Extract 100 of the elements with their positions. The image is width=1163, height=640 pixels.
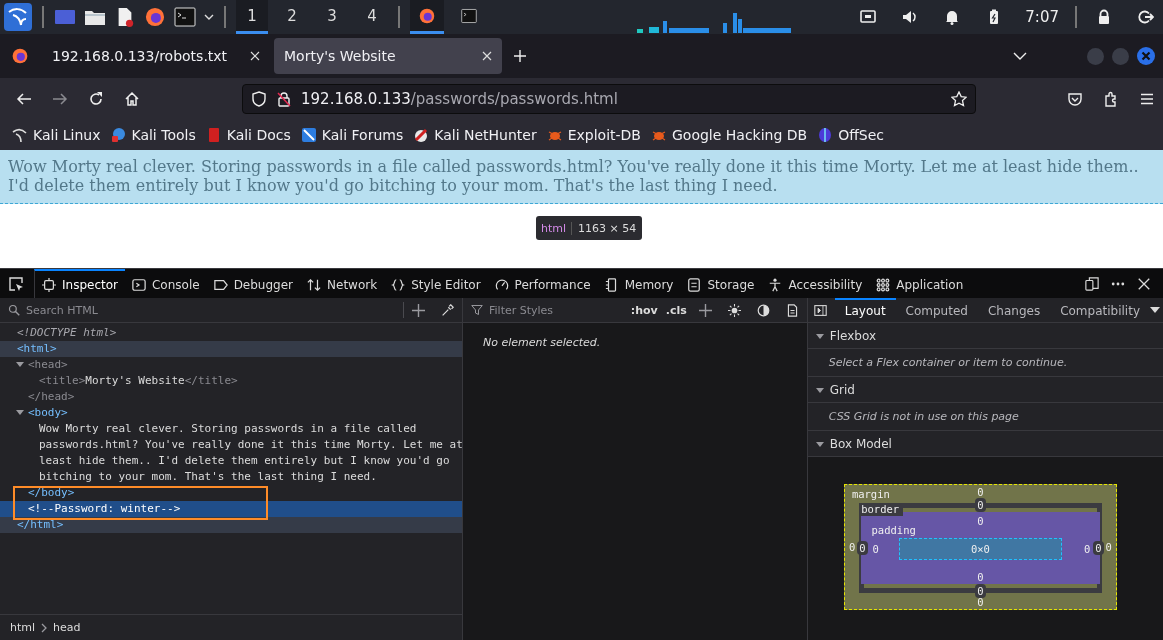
devtools-tab[interactable]: Storage	[680, 269, 762, 298]
cls-toggle[interactable]: .cls	[661, 303, 691, 317]
expand-arrow-icon[interactable]	[16, 360, 24, 368]
star-icon[interactable]	[951, 91, 967, 107]
firefox-icon[interactable]	[11, 47, 29, 65]
workspace-button[interactable]: 1	[236, 0, 268, 34]
forward-arrow-icon[interactable]	[52, 91, 68, 107]
devtools-tab[interactable]: Application	[869, 269, 971, 298]
bookmark-link[interactable]: Kali Linux	[12, 127, 101, 143]
responsive-view-icon[interactable]	[1085, 276, 1099, 291]
plus-icon[interactable]	[412, 303, 425, 317]
document-icon[interactable]	[785, 303, 799, 317]
sidebar-toggle-icon[interactable]	[813, 303, 827, 317]
shield-icon[interactable]	[251, 91, 267, 107]
contrast-icon[interactable]	[756, 303, 770, 317]
expand-arrow-icon[interactable]	[16, 408, 24, 416]
firefox-taskbar-button[interactable]	[410, 0, 444, 34]
devtools-tab[interactable]: Accessibility	[761, 269, 870, 298]
box-value: 0	[976, 595, 985, 609]
sidebar-tab[interactable]: Changes	[977, 297, 1051, 323]
section-header[interactable]: Grid	[807, 377, 1163, 403]
section-message: Select a Flex container or item to continue.	[828, 356, 1068, 369]
back-arrow-icon[interactable]	[16, 91, 32, 107]
html-tag[interactable]: <html>	[17, 342, 57, 355]
search-field[interactable]: Search HTML	[24, 302, 403, 318]
bookmark-link[interactable]: Kali Forums	[300, 127, 404, 143]
workspace-button[interactable]: 2	[276, 0, 308, 34]
volume-icon[interactable]	[902, 9, 919, 25]
html-tag[interactable]: </html>	[17, 518, 64, 531]
html-element[interactable]: <title>Morty's Website</title>	[39, 374, 238, 387]
clock[interactable]: 7:07	[1025, 8, 1059, 26]
text-node[interactable]: Wow Morty real clever. Storing passwords in a file called passwords.html? You've really done it this time Morty. Let me at least hide them.. I'd delete them entirely but I know you'd go bitching to your mom. That's the last thing I need.	[39, 421, 464, 485]
chevron-right-icon	[41, 622, 48, 633]
firefox-icon[interactable]	[144, 7, 166, 27]
insecure-lock-icon[interactable]	[276, 91, 292, 107]
element-picker-icon[interactable]	[8, 275, 24, 292]
bell-icon[interactable]	[944, 9, 961, 25]
logout-icon[interactable]	[1138, 9, 1154, 25]
bookmark-link[interactable]: Google Hacking DB	[651, 127, 808, 143]
bookmark-link[interactable]: Kali Docs	[205, 127, 291, 143]
filter-field[interactable]: Filter Styles	[487, 302, 627, 318]
section-header[interactable]: Flexbox	[807, 323, 1163, 349]
doctype-node[interactable]: <!DOCTYPE html>	[17, 326, 117, 339]
url-text[interactable]: 192.168.0.133/passwords/passwords.html	[301, 90, 618, 108]
browser-tab[interactable]: Morty's Website	[274, 38, 502, 74]
breadcrumb-item[interactable]: head	[53, 621, 81, 634]
desktop-icon[interactable]	[54, 7, 76, 27]
plus-icon[interactable]	[698, 303, 712, 317]
devtools-tab[interactable]: Style Editor	[384, 269, 488, 298]
devtools-tab[interactable]: Network	[300, 269, 385, 298]
hov-toggle[interactable]: :hov	[626, 303, 662, 317]
box-value: 0	[1093, 541, 1104, 555]
bookmark-link[interactable]: OffSec	[817, 127, 885, 143]
lock-icon[interactable]	[1096, 9, 1112, 25]
html-tag[interactable]: <body>	[28, 406, 68, 419]
box-value: 0	[1104, 540, 1113, 554]
expand-arrow-icon	[815, 439, 824, 448]
html-tag[interactable]: </head>	[28, 390, 75, 403]
devtools-tab[interactable]: Console	[125, 269, 207, 298]
close-icon[interactable]	[250, 51, 260, 61]
breadcrumb-item[interactable]: html	[10, 621, 36, 634]
bookmark-link[interactable]: Kali NetHunter	[413, 127, 537, 143]
close-icon[interactable]	[1137, 276, 1151, 291]
pocket-icon[interactable]	[1067, 91, 1083, 107]
section-header[interactable]: Box Model	[807, 431, 1163, 457]
bookmark-link[interactable]: Kali Tools	[110, 127, 196, 143]
tab-title[interactable]: Morty's Website	[284, 48, 482, 64]
network-icon[interactable]	[860, 9, 877, 25]
close-icon[interactable]	[482, 51, 492, 61]
bookmark-link[interactable]: Exploit-DB	[546, 127, 641, 143]
home-icon[interactable]	[124, 91, 140, 107]
caret-icon[interactable]	[204, 14, 214, 20]
console-icon	[132, 277, 146, 292]
html-tag[interactable]: <head>	[28, 358, 68, 371]
eyedropper-icon[interactable]	[441, 303, 454, 317]
html-tag[interactable]: </body>	[28, 486, 75, 499]
tag-icon	[213, 277, 228, 292]
devtools-tab[interactable]: Performance	[487, 269, 598, 298]
dropdown-arrow-icon[interactable]	[1150, 307, 1160, 313]
inspector-icon	[42, 277, 56, 292]
browser-tab[interactable]: 192.168.0.133/robots.txt	[42, 38, 270, 74]
puzzle-piece-icon[interactable]	[1103, 91, 1119, 107]
terminal-icon[interactable]	[174, 7, 196, 27]
sun-icon[interactable]	[727, 303, 741, 317]
box-value: 0	[976, 514, 985, 528]
devtools-tab[interactable]: Debugger	[206, 269, 301, 298]
workspace-button[interactable]: 4	[356, 0, 388, 34]
workspace-button[interactable]: 3	[316, 0, 348, 34]
up-down-arrows-icon	[307, 277, 322, 292]
menu-icon[interactable]	[1139, 91, 1155, 107]
tab-title[interactable]: 192.168.0.133/robots.txt	[52, 48, 250, 64]
sidebar-tab[interactable]: Computed	[895, 297, 978, 323]
accessibility-icon	[768, 277, 783, 292]
chevron-down-icon[interactable]	[1013, 52, 1027, 60]
sidebar-tab[interactable]: Compatibility	[1050, 297, 1150, 323]
address-bar[interactable]: 192.168.0.133/passwords/passwords.html	[242, 84, 976, 114]
devtools-tab[interactable]: Memory	[597, 269, 681, 298]
box-value: 0	[975, 498, 986, 512]
reload-icon[interactable]	[88, 91, 104, 107]
empty-message: No element selected.	[483, 336, 601, 349]
